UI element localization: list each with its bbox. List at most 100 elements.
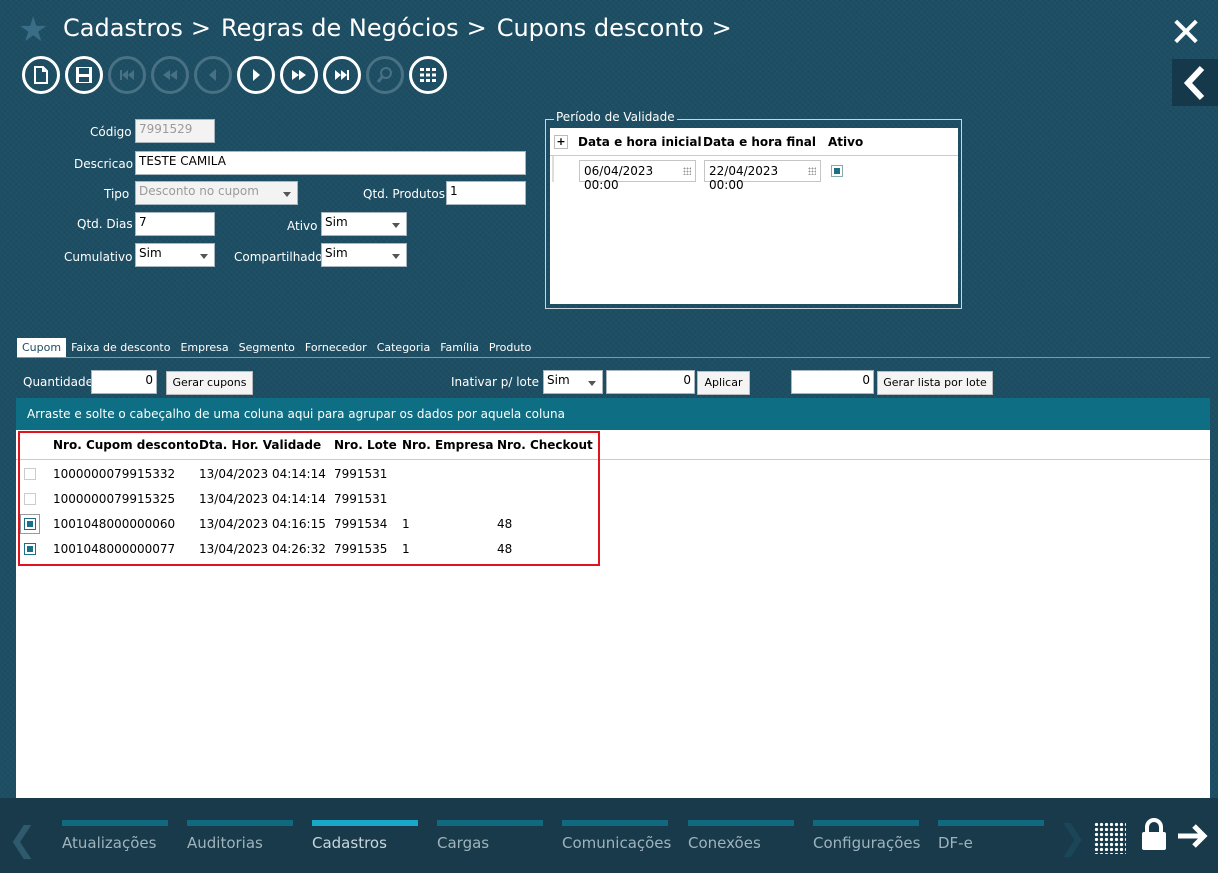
tab-cupom[interactable]: Cupom <box>17 338 67 358</box>
table-row[interactable]: 1001048000000077 13/04/2023 04:26:32 799… <box>16 537 1210 562</box>
table-row[interactable]: 1000000079915332 13/04/2023 04:14:14 799… <box>16 462 1210 487</box>
rewind-icon <box>163 70 177 80</box>
cumulativo-select[interactable]: Sim <box>135 243 215 267</box>
tab-fornecedor[interactable]: Fornecedor <box>300 338 372 358</box>
nav-label: Auditorias <box>187 834 263 852</box>
new-document-button[interactable] <box>22 56 60 94</box>
codigo-field[interactable]: 7991529 <box>135 119 215 143</box>
breadcrumb-item[interactable]: Cadastros <box>63 14 183 42</box>
grid-view-button[interactable] <box>409 56 447 94</box>
data-inicial-field[interactable]: 06/04/2023 00:00 <box>579 160 696 192</box>
ativo-label: Ativo <box>287 219 318 233</box>
data-final-field[interactable]: 22/04/2023 00:00 <box>704 160 821 192</box>
logout-arrow-icon[interactable] <box>1176 822 1210 850</box>
quantidade-field[interactable]: 0 <box>91 370 157 394</box>
nav-bar <box>938 820 1044 826</box>
codigo-label: Código <box>90 125 132 139</box>
search-button[interactable] <box>366 56 404 94</box>
gerar-cupons-button[interactable]: Gerar cupons <box>166 371 253 395</box>
next-record-button[interactable] <box>237 56 275 94</box>
save-icon <box>76 67 92 83</box>
close-icon[interactable]: ✕ <box>1166 13 1206 54</box>
calendar-icon[interactable] <box>683 167 691 175</box>
add-row-button[interactable]: + <box>554 134 568 149</box>
cell-empresa: 1 <box>402 517 410 531</box>
tab-empresa[interactable]: Empresa <box>175 338 233 358</box>
first-record-button[interactable] <box>108 56 146 94</box>
back-button[interactable] <box>1172 59 1218 106</box>
breadcrumb: Cadastros > Regras de Negócios > Cupons de… <box>63 14 734 42</box>
chevron-left-icon <box>1183 65 1205 100</box>
row-checkbox[interactable] <box>24 493 36 505</box>
nav-prev-icon[interactable]: ❮ <box>8 820 37 860</box>
cell-validade: 13/04/2023 04:26:32 <box>199 542 326 556</box>
table-row[interactable]: 1001048000000060 13/04/2023 04:16:15 799… <box>16 512 1210 537</box>
apps-grid-icon[interactable] <box>1094 822 1126 854</box>
rewind-button[interactable] <box>151 56 189 94</box>
nav-label: Conexões <box>688 834 761 852</box>
tab-familia[interactable]: Família <box>435 338 484 358</box>
nav-item-cargas[interactable]: Cargas <box>437 820 543 852</box>
chevron-right-icon: > <box>711 14 732 42</box>
cell-cupom: 1000000079915332 <box>53 467 176 481</box>
ativo-checkbox[interactable] <box>831 165 843 177</box>
tab-faixa-desconto[interactable]: Faixa de desconto <box>66 338 175 358</box>
nav-item-cadastros[interactable]: Cadastros <box>312 820 418 852</box>
col-data-final[interactable]: Data e hora final <box>703 135 828 149</box>
tab-segmento[interactable]: Segmento <box>234 338 300 358</box>
nav-item-dfe[interactable]: DF-e <box>938 820 1044 852</box>
col-data-inicial[interactable]: Data e hora inicial <box>578 135 703 149</box>
first-record-icon <box>120 70 134 80</box>
col-nro-empresa[interactable]: Nro. Empresa <box>402 438 494 452</box>
table-row[interactable]: 1000000079915325 13/04/2023 04:14:14 799… <box>16 487 1210 512</box>
row-checkbox[interactable] <box>24 543 36 555</box>
gerar-lista-button[interactable]: Gerar lista por lote <box>877 371 993 395</box>
lote-field[interactable]: 0 <box>606 370 695 394</box>
group-by-bar[interactable]: Arraste e solte o cabeçalho de uma colun… <box>16 398 1210 430</box>
row-checkbox[interactable] <box>24 468 36 480</box>
favorite-star-icon[interactable]: ★ <box>18 13 50 47</box>
compartilhado-label: Compartilhado <box>234 250 323 264</box>
nav-item-conexoes[interactable]: Conexões <box>688 820 794 852</box>
lista-lote-field[interactable]: 0 <box>791 370 874 394</box>
descricao-field[interactable]: TESTE CAMILA <box>135 151 526 175</box>
cell-empresa: 1 <box>402 542 410 556</box>
lock-icon[interactable] <box>1140 818 1168 852</box>
nav-item-auditorias[interactable]: Auditorias <box>187 820 293 852</box>
inativar-lote-select[interactable]: Sim <box>543 370 603 394</box>
calendar-icon[interactable] <box>808 167 816 175</box>
tab-produto[interactable]: Produto <box>484 338 536 358</box>
tab-divider <box>17 357 1210 358</box>
nav-bar <box>312 820 418 826</box>
col-nro-checkout[interactable]: Nro. Checkout <box>497 438 593 452</box>
nav-item-configuracoes[interactable]: Configurações <box>813 820 921 852</box>
nav-next-icon[interactable]: ❯ <box>1058 818 1087 858</box>
qtd-produtos-field[interactable]: 1 <box>446 181 526 205</box>
fast-forward-button[interactable] <box>280 56 318 94</box>
tab-categoria[interactable]: Categoria <box>372 338 436 358</box>
tipo-select[interactable]: Desconto no cupom <box>135 181 298 205</box>
compartilhado-select[interactable]: Sim <box>321 243 407 267</box>
nav-item-atualizacoes[interactable]: Atualizações <box>62 820 168 852</box>
previous-record-button[interactable] <box>194 56 232 94</box>
cell-lote: 7991531 <box>334 467 388 481</box>
cell-cupom: 1001048000000077 <box>53 542 176 556</box>
cell-validade: 13/04/2023 04:14:14 <box>199 467 326 481</box>
nav-label: Configurações <box>813 834 921 852</box>
breadcrumb-item[interactable]: Cupons desconto <box>497 14 704 42</box>
col-ativo[interactable]: Ativo <box>828 135 863 149</box>
col-nro-cupom[interactable]: Nro. Cupom desconto <box>53 438 199 452</box>
last-record-button[interactable] <box>323 56 361 94</box>
next-icon <box>253 69 260 81</box>
nav-bar <box>62 820 168 826</box>
col-nro-lote[interactable]: Nro. Lote <box>334 438 397 452</box>
row-checkbox[interactable] <box>20 514 40 534</box>
breadcrumb-item[interactable]: Regras de Negócios <box>221 14 459 42</box>
ativo-select[interactable]: Sim <box>321 212 407 236</box>
col-dta-validade[interactable]: Dta. Hor. Validade <box>199 438 321 452</box>
save-button[interactable] <box>65 56 103 94</box>
data-inicial-value: 06/04/2023 00:00 <box>584 164 654 192</box>
qtd-dias-field[interactable]: 7 <box>135 212 215 236</box>
nav-item-comunicacoes[interactable]: Comunicações <box>562 820 671 852</box>
aplicar-button[interactable]: Aplicar <box>697 371 750 395</box>
